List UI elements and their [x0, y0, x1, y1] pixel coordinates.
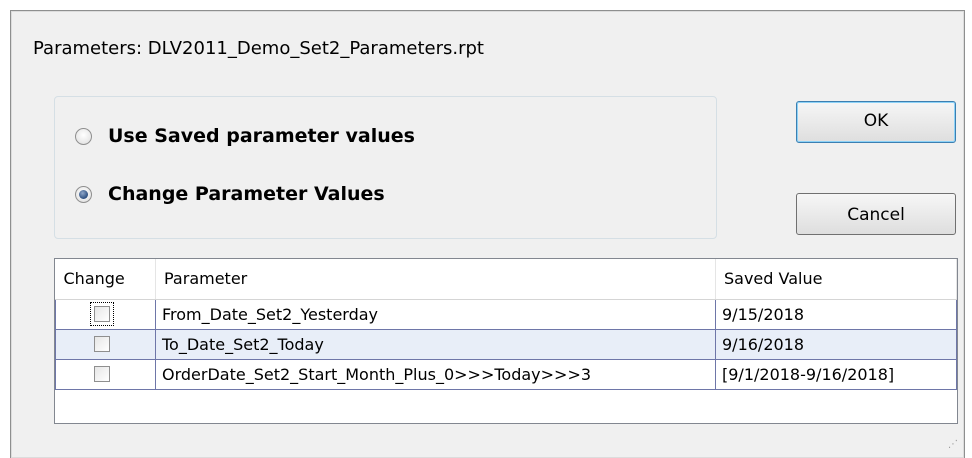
saved-value-cell: 9/15/2018 [715, 298, 957, 330]
parameter-mode-group: Use Saved parameter values Change Parame… [54, 96, 717, 239]
table-row[interactable]: From_Date_Set2_Yesterday 9/15/2018 [55, 298, 957, 330]
dialog-title: Parameters: DLV2011_Demo_Set2_Parameters… [33, 38, 484, 59]
saved-value-cell: 9/16/2018 [715, 328, 957, 360]
radio-selected-dot [79, 189, 88, 199]
change-cell[interactable] [55, 328, 156, 360]
use-saved-radio[interactable] [75, 127, 92, 145]
table-row[interactable]: OrderDate_Set2_Start_Month_Plus_0>>>Toda… [55, 358, 957, 390]
saved-value-cell: [9/1/2018-9/16/2018] [715, 358, 957, 390]
parameters-dialog: Parameters: DLV2011_Demo_Set2_Parameters… [10, 10, 965, 458]
change-values-label[interactable]: Change Parameter Values [108, 183, 385, 205]
resize-grip-icon[interactable]: ⋰ [946, 440, 958, 452]
change-cell[interactable] [55, 358, 156, 390]
use-saved-values-option[interactable]: Use Saved parameter values [75, 125, 415, 147]
parameter-cell: OrderDate_Set2_Start_Month_Plus_0>>>Toda… [155, 358, 716, 390]
change-checkbox[interactable] [94, 336, 110, 352]
saved-value-column-header[interactable]: Saved Value [715, 259, 957, 300]
parameters-grid: Change Parameter Saved Value From_Date_S… [54, 258, 958, 424]
use-saved-label[interactable]: Use Saved parameter values [108, 125, 415, 147]
change-checkbox[interactable] [94, 366, 110, 382]
parameter-cell: To_Date_Set2_Today [155, 328, 716, 360]
cancel-button[interactable]: Cancel [796, 193, 956, 235]
parameter-cell: From_Date_Set2_Yesterday [155, 298, 716, 330]
change-column-header[interactable]: Change [55, 259, 156, 300]
change-checkbox[interactable] [90, 302, 114, 326]
parameter-column-header[interactable]: Parameter [155, 259, 716, 300]
ok-button[interactable]: OK [796, 101, 956, 143]
table-row[interactable]: To_Date_Set2_Today 9/16/2018 [55, 328, 957, 360]
change-values-radio[interactable] [75, 185, 92, 203]
change-values-option[interactable]: Change Parameter Values [75, 183, 385, 205]
change-cell[interactable] [55, 298, 156, 330]
